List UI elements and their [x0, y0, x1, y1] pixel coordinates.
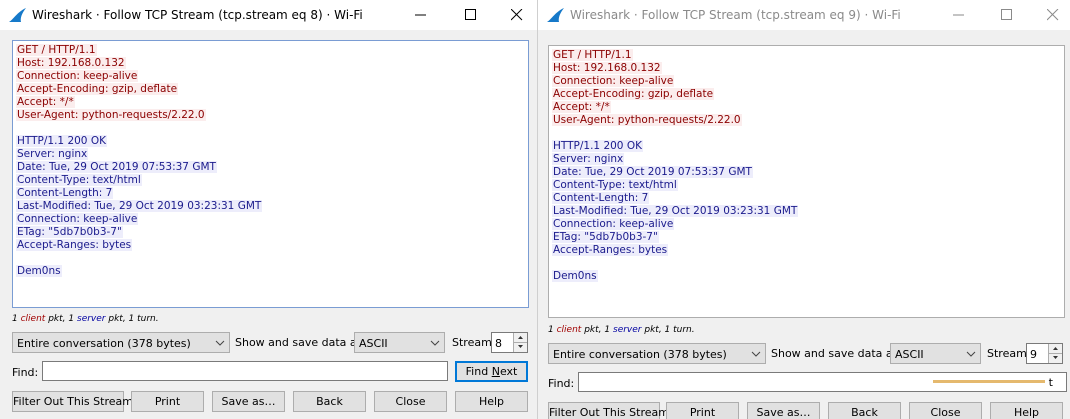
filter-out-stream-button[interactable]: Filter Out This Stream [548, 402, 669, 419]
stream-line: User-Agent: python-requests/2.22.0 [16, 109, 206, 121]
stream-line: Accept-Ranges: bytes [552, 244, 669, 256]
save-as-button[interactable]: Save as… [747, 402, 820, 419]
stream-number-spinbox[interactable]: 9 [1026, 343, 1063, 364]
close-window-button[interactable] [1030, 0, 1070, 30]
spin-down-icon[interactable] [514, 342, 527, 351]
stream-line: Last-Modified: Tue, 29 Oct 2019 03:23:31… [16, 200, 263, 212]
chevron-down-icon [215, 340, 225, 346]
maximize-icon [465, 9, 476, 20]
server-response-block: HTTP/1.1 200 OK Server: nginx Date: Tue, 2… [16, 135, 525, 252]
conversation-select[interactable]: Entire conversation (378 bytes) [12, 332, 230, 353]
stream-line: HTTP/1.1 200 OK [552, 140, 643, 152]
find-next-button[interactable]: Find Next [455, 361, 528, 382]
back-button[interactable]: Back [293, 391, 366, 412]
wireshark-fin-icon [547, 8, 564, 22]
close-icon [1047, 9, 1059, 21]
stream-summary: 1 client pkt, 1 server pkt, 1 turn. [12, 314, 159, 324]
save-as-button[interactable]: Save as… [212, 391, 285, 412]
find-label: Find: [548, 377, 575, 390]
stream-line: Host: 192.168.0.132 [16, 57, 126, 69]
stream-line: Content-Type: text/html [552, 179, 678, 191]
client-request-block: GET / HTTP/1.1 Host: 192.168.0.132 Connect… [552, 49, 1061, 127]
stream-line: Dem0ns [552, 270, 598, 282]
stream-line: Date: Tue, 29 Oct 2019 07:53:37 GMT [552, 166, 753, 178]
stream-line: GET / HTTP/1.1 [16, 44, 97, 56]
stream-content-pane[interactable]: GET / HTTP/1.1 Host: 192.168.0.132 Connect… [548, 45, 1065, 318]
render-artifact: t [931, 374, 1055, 390]
stream-line: Content-Length: 7 [552, 192, 650, 204]
stream-line: Connection: keep-alive [552, 218, 675, 230]
stream-line: Server: nginx [552, 153, 625, 165]
stream-summary: 1 client pkt, 1 server pkt, 1 turn. [548, 325, 695, 335]
stream-line: Connection: keep-alive [16, 213, 139, 225]
stream-line: Connection: keep-alive [16, 70, 139, 82]
client-request-block: GET / HTTP/1.1 Host: 192.168.0.132 Connect… [16, 44, 525, 122]
server-response-block: HTTP/1.1 200 OK Server: nginx Date: Tue, 2… [552, 140, 1061, 257]
window-title: Wireshark · Follow TCP Stream (tcp.strea… [570, 8, 901, 22]
close-button[interactable]: Close [909, 402, 982, 419]
stream-line: Accept: */* [552, 101, 611, 113]
stream-line: Content-Type: text/html [16, 174, 142, 186]
conversation-select[interactable]: Entire conversation (378 bytes) [548, 343, 766, 364]
stream-line: Dem0ns [16, 265, 62, 277]
chevron-down-icon [966, 351, 976, 357]
maximize-button[interactable] [984, 0, 1030, 30]
follow-tcp-stream-window-8: Wireshark · Follow TCP Stream (tcp.strea… [0, 0, 537, 419]
find-input[interactable] [42, 361, 448, 381]
stream-line: Accept-Encoding: gzip, deflate [552, 88, 715, 100]
stream-line: GET / HTTP/1.1 [552, 49, 633, 61]
close-icon [511, 9, 523, 21]
show-save-label: Show and save data as [771, 347, 899, 360]
show-save-label: Show and save data as [235, 336, 363, 349]
stream-line: Host: 192.168.0.132 [552, 62, 662, 74]
filter-out-stream-button[interactable]: Filter Out This Stream [12, 391, 133, 412]
stream-content-pane[interactable]: GET / HTTP/1.1 Host: 192.168.0.132 Connect… [12, 40, 529, 308]
stream-label: Stream [987, 347, 1027, 360]
data-format-select[interactable]: ASCII [890, 343, 981, 364]
minimize-icon [953, 14, 964, 16]
stream-line: User-Agent: python-requests/2.22.0 [552, 114, 742, 126]
stream-line: Server: nginx [16, 148, 89, 160]
stream-line: Last-Modified: Tue, 29 Oct 2019 03:23:31… [552, 205, 799, 217]
stream-line: Content-Length: 7 [16, 187, 114, 199]
server-body-block: Dem0ns [16, 265, 525, 278]
window-title: Wireshark · Follow TCP Stream (tcp.strea… [32, 8, 363, 22]
print-button[interactable]: Print [131, 391, 204, 412]
data-format-select[interactable]: ASCII [354, 332, 445, 353]
help-button[interactable]: Help [455, 391, 528, 412]
chevron-down-icon [751, 351, 761, 357]
stream-line: HTTP/1.1 200 OK [16, 135, 107, 147]
stream-line: Date: Tue, 29 Oct 2019 07:53:37 GMT [16, 161, 217, 173]
stream-line: ETag: "5db7b0b3-7" [552, 231, 659, 243]
close-button[interactable]: Close [374, 391, 447, 412]
stream-line: Accept: */* [16, 96, 75, 108]
print-button[interactable]: Print [666, 402, 739, 419]
find-label: Find: [12, 366, 39, 379]
maximize-icon [1001, 9, 1012, 20]
maximize-button[interactable] [448, 0, 494, 30]
stream-line: Connection: keep-alive [552, 75, 675, 87]
stream-number-spinbox[interactable]: 8 [491, 332, 528, 353]
stream-line: Accept-Ranges: bytes [16, 239, 133, 251]
title-bar[interactable]: Wireshark · Follow TCP Stream (tcp.strea… [0, 0, 537, 30]
help-button[interactable]: Help [990, 402, 1063, 419]
server-body-block: Dem0ns [552, 270, 1061, 283]
minimize-button[interactable] [398, 0, 444, 30]
back-button[interactable]: Back [828, 402, 901, 419]
wireshark-fin-icon [9, 8, 26, 22]
stream-label: Stream [452, 336, 492, 349]
spin-down-icon[interactable] [1049, 353, 1062, 362]
chevron-down-icon [430, 340, 440, 346]
follow-tcp-stream-window-9: Wireshark · Follow TCP Stream (tcp.strea… [538, 0, 1070, 419]
close-window-button[interactable] [494, 0, 537, 30]
minimize-button[interactable] [936, 0, 982, 30]
title-bar[interactable]: Wireshark · Follow TCP Stream (tcp.strea… [538, 0, 1070, 30]
stream-line: ETag: "5db7b0b3-7" [16, 226, 123, 238]
minimize-icon [415, 14, 426, 16]
stream-line: Accept-Encoding: gzip, deflate [16, 83, 179, 95]
